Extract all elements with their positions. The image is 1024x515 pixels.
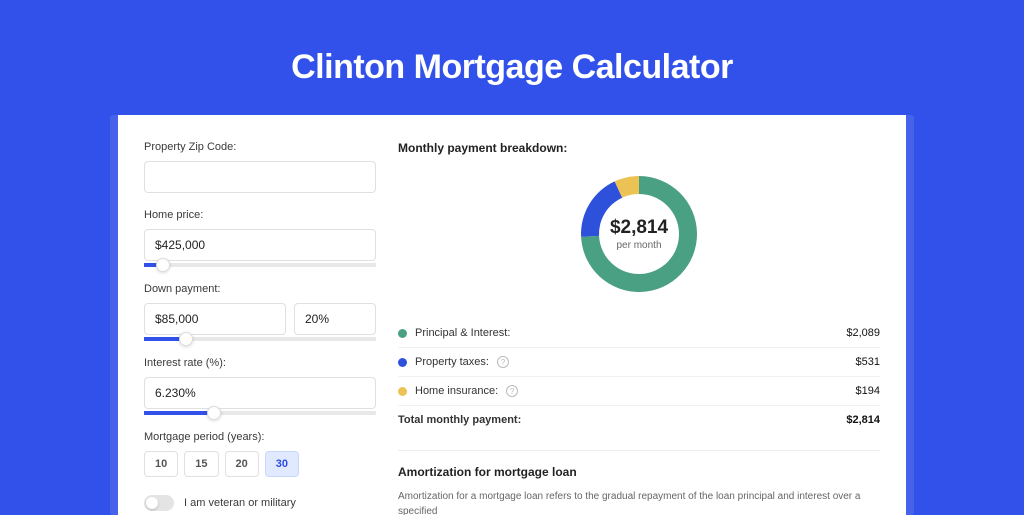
yellow-dot-icon [398, 387, 407, 396]
home-price-label: Home price: [144, 209, 376, 221]
breakdown-title: Monthly payment breakdown: [398, 141, 880, 155]
period-label: Mortgage period (years): [144, 431, 376, 443]
slider-thumb[interactable] [207, 406, 221, 420]
results-panel: Monthly payment breakdown: $2,814 per mo… [398, 115, 906, 515]
period-20-button[interactable]: 20 [225, 451, 259, 477]
legend-value: $2,089 [846, 327, 880, 339]
interest-rate-slider[interactable] [144, 411, 376, 415]
down-payment-slider[interactable] [144, 337, 376, 341]
info-icon[interactable]: ? [497, 356, 509, 368]
veteran-toggle[interactable] [144, 495, 174, 511]
interest-rate-label: Interest rate (%): [144, 357, 376, 369]
legend-row: Property taxes:? $531 [398, 348, 880, 377]
home-price-input[interactable] [144, 229, 376, 261]
slider-thumb[interactable] [156, 258, 170, 272]
down-payment-pct-input[interactable] [294, 303, 376, 335]
form-panel: Property Zip Code: Home price: Down paym… [118, 115, 398, 515]
total-value: $2,814 [846, 414, 880, 426]
legend: Principal & Interest: $2,089 Property taxe… [398, 319, 880, 406]
down-payment-label: Down payment: [144, 283, 376, 295]
veteran-label: I am veteran or military [184, 497, 296, 509]
legend-label: Principal & Interest: [415, 327, 510, 339]
legend-row: Principal & Interest: $2,089 [398, 319, 880, 348]
period-15-button[interactable]: 15 [184, 451, 218, 477]
period-30-button[interactable]: 30 [265, 451, 299, 477]
info-icon[interactable]: ? [506, 385, 518, 397]
amortization-title: Amortization for mortgage loan [398, 465, 880, 479]
home-price-slider[interactable] [144, 263, 376, 267]
zip-input[interactable] [144, 161, 376, 193]
donut-amount: $2,814 [610, 217, 668, 239]
blue-dot-icon [398, 358, 407, 367]
legend-value: $531 [856, 356, 880, 368]
legend-label: Property taxes: [415, 356, 489, 368]
donut-chart: $2,814 per month [574, 169, 704, 299]
total-label: Total monthly payment: [398, 414, 521, 426]
zip-label: Property Zip Code: [144, 141, 376, 153]
donut-sub: per month [610, 240, 668, 251]
amortization-text: Amortization for a mortgage loan refers … [398, 489, 880, 515]
page-title: Clinton Mortgage Calculator [291, 48, 733, 87]
interest-rate-input[interactable] [144, 377, 376, 409]
legend-value: $194 [856, 385, 880, 397]
legend-row: Home insurance:? $194 [398, 377, 880, 406]
period-options: 1015 2030 [144, 451, 376, 477]
down-payment-input[interactable] [144, 303, 286, 335]
calculator-card: Property Zip Code: Home price: Down paym… [118, 115, 906, 515]
legend-label: Home insurance: [415, 385, 498, 397]
period-10-button[interactable]: 10 [144, 451, 178, 477]
slider-thumb[interactable] [179, 332, 193, 346]
green-dot-icon [398, 329, 407, 338]
card-shadow: Property Zip Code: Home price: Down paym… [110, 115, 914, 515]
